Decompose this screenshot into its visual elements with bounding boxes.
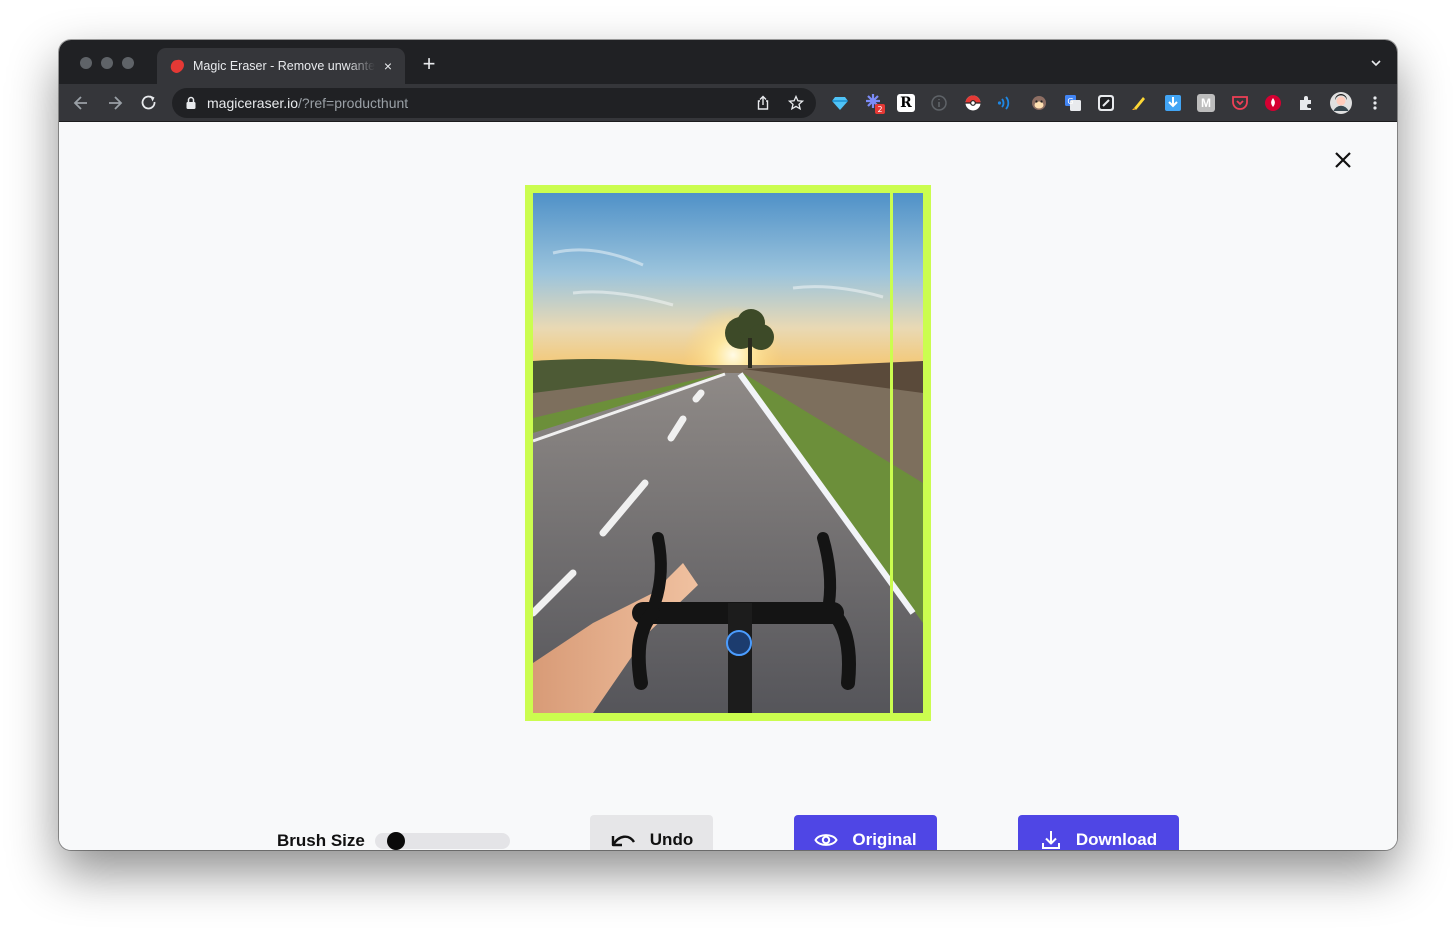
address-bar[interactable]: magiceraser.io/?ref=producthunt — [172, 88, 816, 118]
minimize-window-button[interactable] — [101, 57, 113, 69]
browser-menu-icon[interactable] — [1366, 94, 1384, 112]
tab-strip: Magic Eraser - Remove unwanted things fr… — [59, 40, 1397, 84]
download-button[interactable]: Download — [1018, 815, 1179, 850]
drop-extension-icon[interactable] — [1264, 94, 1282, 112]
tab-magic-eraser[interactable]: Magic Eraser - Remove unwanted things fr… — [157, 48, 405, 84]
m-extension-icon[interactable]: M — [1197, 94, 1215, 112]
edit-extension-icon[interactable] — [1097, 94, 1115, 112]
pokeball-extension-icon[interactable] — [964, 94, 982, 112]
close-window-button[interactable] — [80, 57, 92, 69]
r-extension-icon[interactable]: R — [897, 94, 915, 112]
download-manager-extension-icon[interactable] — [1164, 94, 1182, 112]
download-label: Download — [1075, 830, 1158, 849]
browser-window: Magic Eraser - Remove unwanted things fr… — [59, 40, 1397, 850]
svg-text:G: G — [1067, 97, 1073, 106]
original-button[interactable]: Original — [794, 815, 937, 850]
new-tab-button[interactable]: + — [419, 53, 439, 75]
browser-toolbar: magiceraser.io/?ref=producthunt 2 R G M — [59, 84, 1397, 122]
comparison-divider[interactable] — [890, 193, 893, 713]
info-extension-icon[interactable] — [930, 94, 948, 112]
url-text: magiceraser.io/?ref=producthunt — [207, 95, 409, 111]
extension-badge: 2 — [877, 105, 882, 114]
asterisk-icon: 2 — [866, 94, 885, 114]
road-cycling-photo[interactable] — [533, 193, 923, 713]
download-icon — [1041, 831, 1060, 849]
diamond-extension-icon[interactable] — [831, 94, 849, 112]
wireless-extension-icon[interactable] — [997, 94, 1015, 112]
zoom-window-button[interactable] — [122, 57, 134, 69]
translate-extension-icon[interactable]: G — [1064, 94, 1082, 112]
pocket-extension-icon[interactable] — [1231, 94, 1249, 112]
brush-size-slider-thumb[interactable] — [387, 832, 405, 850]
star-icon[interactable] — [788, 95, 804, 111]
tab-search-chevron-icon[interactable] — [1369, 56, 1383, 70]
highlighter-extension-icon[interactable] — [1130, 94, 1148, 112]
image-editor-canvas[interactable] — [525, 185, 931, 721]
spark-extension-icon[interactable]: 2 — [864, 92, 886, 114]
tab-title: Magic Eraser - Remove unwanted things fr… — [193, 59, 375, 73]
magic-eraser-favicon-icon — [170, 59, 184, 73]
photo-scene-image — [533, 193, 923, 713]
undo-button[interactable]: Undo — [590, 815, 713, 850]
undo-label: Undo — [649, 830, 694, 849]
original-label: Original — [852, 830, 917, 849]
forward-icon[interactable] — [105, 93, 125, 113]
monkey-extension-icon[interactable] — [1030, 94, 1048, 112]
profile-avatar[interactable] — [1330, 92, 1352, 114]
eye-icon — [814, 834, 839, 846]
editor-page: Brush Size Undo Original Download — [59, 123, 1397, 850]
share-icon[interactable] — [755, 95, 771, 111]
undo-icon — [611, 835, 635, 847]
back-icon[interactable] — [71, 93, 91, 113]
lock-icon[interactable] — [185, 96, 197, 110]
brush-size-slider[interactable] — [375, 832, 510, 850]
tab-close-icon[interactable]: × — [381, 59, 395, 73]
brush-size-label: Brush Size — [277, 831, 365, 850]
puzzle-extensions-icon[interactable] — [1297, 94, 1315, 112]
close-icon[interactable] — [1333, 150, 1353, 170]
reload-icon[interactable] — [139, 93, 159, 113]
